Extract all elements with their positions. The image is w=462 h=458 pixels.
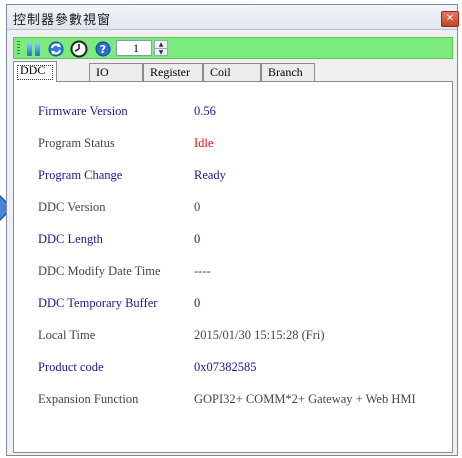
spin-up-icon[interactable]: ▲ bbox=[155, 41, 167, 49]
field-label: Product code bbox=[38, 360, 104, 374]
title-bar[interactable]: 控制器參數視窗 ✕ bbox=[7, 5, 459, 30]
refresh-icon[interactable] bbox=[47, 40, 65, 58]
field-value: Ready bbox=[194, 168, 226, 182]
controller-parameter-window: 控制器參數視窗 ✕ ? 1 ▲ ▼ DDC IO Register Coil B… bbox=[6, 4, 459, 456]
toolbar: ? 1 ▲ ▼ bbox=[13, 37, 453, 59]
field-label: Program Status bbox=[38, 136, 115, 150]
toolbar-grip[interactable] bbox=[17, 41, 20, 55]
field-value: Idle bbox=[194, 136, 214, 150]
field-value: 2015/01/30 15:15:28 (Fri) bbox=[194, 328, 325, 342]
field-label: DDC Temporary Buffer bbox=[38, 296, 158, 310]
spin-buttons[interactable]: ▲ ▼ bbox=[154, 40, 168, 56]
window-title: 控制器參數視窗 bbox=[13, 13, 112, 28]
field-value: 0.56 bbox=[194, 104, 216, 118]
field-label: DDC Modify Date Time bbox=[38, 264, 161, 278]
pause-icon[interactable] bbox=[25, 40, 43, 58]
clock-icon[interactable] bbox=[70, 40, 88, 58]
tab-ddc[interactable]: DDC bbox=[13, 61, 57, 82]
help-icon[interactable]: ? bbox=[94, 40, 112, 58]
field-label: DDC Version bbox=[38, 200, 106, 214]
field-value: 0 bbox=[194, 200, 201, 214]
ddc-panel: Firmware Version 0.56 Program Status Idl… bbox=[13, 81, 453, 453]
field-label: Program Change bbox=[38, 168, 123, 182]
tab-register[interactable]: Register bbox=[143, 63, 203, 81]
field-value: 0 bbox=[194, 296, 201, 310]
field-label: Local Time bbox=[38, 328, 96, 342]
field-value: 0x07382585 bbox=[194, 360, 257, 374]
field-label: DDC Length bbox=[38, 232, 103, 246]
spin-input[interactable]: 1 bbox=[116, 40, 152, 56]
field-label: Firmware Version bbox=[38, 104, 128, 118]
tab-coil[interactable]: Coil bbox=[203, 63, 261, 81]
tab-io[interactable]: IO bbox=[89, 63, 143, 81]
field-value: 0 bbox=[194, 232, 201, 246]
spin-down-icon[interactable]: ▼ bbox=[155, 49, 167, 56]
svg-text:?: ? bbox=[100, 43, 106, 56]
tab-branch[interactable]: Branch bbox=[261, 63, 315, 81]
field-value: ---- bbox=[194, 264, 211, 278]
field-value: GOPI32+ COMM*2+ Gateway + Web HMI bbox=[194, 392, 416, 406]
field-label: Expansion Function bbox=[38, 392, 139, 406]
close-button[interactable]: ✕ bbox=[441, 11, 459, 27]
